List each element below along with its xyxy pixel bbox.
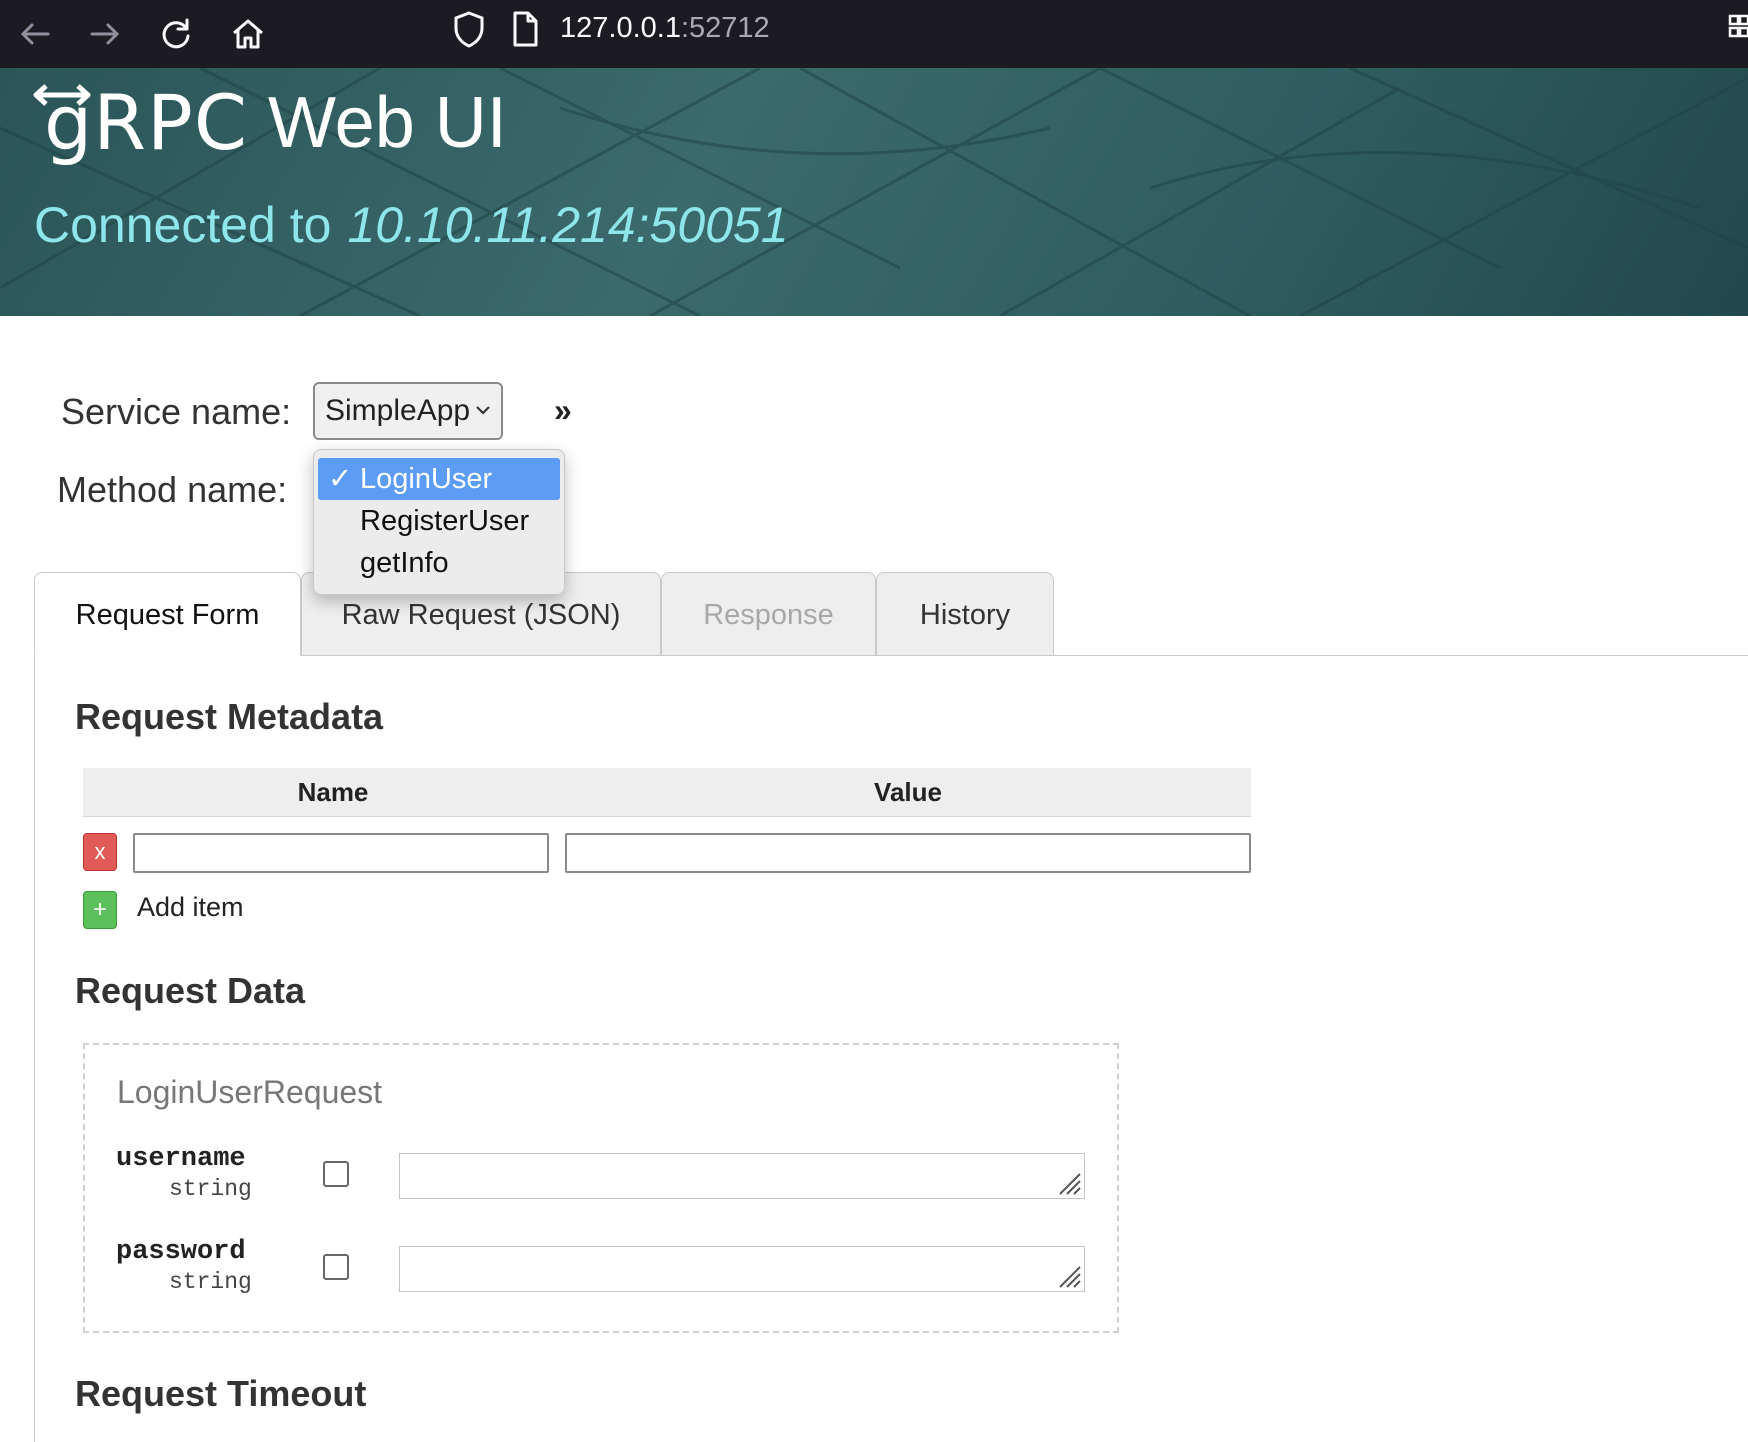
metadata-table-header: Name Value [83, 768, 1251, 817]
username-textarea[interactable] [399, 1153, 1085, 1199]
connected-host: 10.10.11.214:50051 [347, 197, 789, 253]
metadata-value-input[interactable] [565, 833, 1251, 873]
page-icon [513, 11, 538, 47]
metadata-name-input[interactable] [133, 833, 549, 873]
field-username-type: string [169, 1176, 252, 1202]
grpc-logo: gRPC [44, 78, 248, 167]
add-item-button[interactable]: + [83, 891, 117, 929]
method-option-registeruser[interactable]: RegisterUser [318, 500, 560, 542]
reload-icon[interactable] [152, 10, 200, 58]
expand-icon[interactable]: » [554, 392, 572, 429]
column-header-name: Name [297, 777, 369, 807]
service-name-label: Service name: [61, 391, 292, 432]
banner-pattern [0, 68, 1748, 316]
method-name-label: Method name: [57, 469, 288, 510]
resize-grip-icon[interactable] [1056, 1170, 1082, 1196]
method-option-label: RegisterUser [360, 505, 530, 537]
remove-item-button[interactable]: x [83, 833, 117, 871]
password-null-checkbox[interactable] [323, 1254, 349, 1280]
extensions-icon[interactable] [1728, 14, 1748, 44]
request-metadata-title: Request Metadata [75, 696, 384, 737]
method-option-label: LoginUser [360, 463, 493, 495]
checkmark-icon: ✓ [328, 463, 353, 495]
message-type-name: LoginUserRequest [117, 1074, 383, 1110]
forward-arrow-icon[interactable] [80, 10, 128, 58]
method-option-label: getInfo [360, 547, 449, 579]
panel-border [34, 655, 35, 1442]
request-data-title: Request Data [75, 970, 306, 1011]
back-arrow-icon[interactable] [12, 10, 60, 58]
add-item-label[interactable]: Add item [137, 892, 244, 923]
password-textarea[interactable] [399, 1246, 1085, 1292]
connection-status: Connected to 10.10.11.214:50051 [34, 196, 789, 254]
connected-label: Connected to [34, 197, 332, 253]
shield-icon[interactable] [452, 9, 486, 49]
home-icon[interactable] [224, 10, 272, 58]
app-title: Web UI [268, 83, 507, 163]
browser-toolbar: 127.0.0.1:52712 [0, 0, 1748, 69]
column-header-value: Value [874, 777, 942, 807]
service-select[interactable]: SimpleApp [313, 382, 503, 440]
url-port: :52712 [680, 12, 770, 44]
tab-request-form[interactable]: Request Form [34, 572, 301, 656]
field-password-type: string [169, 1269, 252, 1295]
username-null-checkbox[interactable] [323, 1161, 349, 1187]
url-host: 127.0.0.1 [560, 12, 681, 44]
service-selected-value: SimpleApp [325, 394, 471, 427]
method-dropdown[interactable]: ✓ LoginUser RegisterUser getInfo [313, 449, 565, 595]
chevron-down-icon [476, 406, 490, 415]
method-option-getinfo[interactable]: getInfo [318, 542, 560, 584]
method-option-loginuser[interactable]: ✓ LoginUser [318, 458, 560, 500]
request-timeout-title: Request Timeout [75, 1373, 367, 1414]
field-username-name: username [116, 1144, 246, 1174]
url-text[interactable]: 127.0.0.1:52712 [560, 10, 770, 46]
header-banner: gRPC Web UI Connected to 10.10.11.214:500… [0, 68, 1748, 316]
tab-response[interactable]: Response [661, 572, 876, 656]
tab-history[interactable]: History [876, 572, 1054, 656]
field-password-name: password [116, 1237, 246, 1267]
resize-grip-icon[interactable] [1056, 1263, 1082, 1289]
